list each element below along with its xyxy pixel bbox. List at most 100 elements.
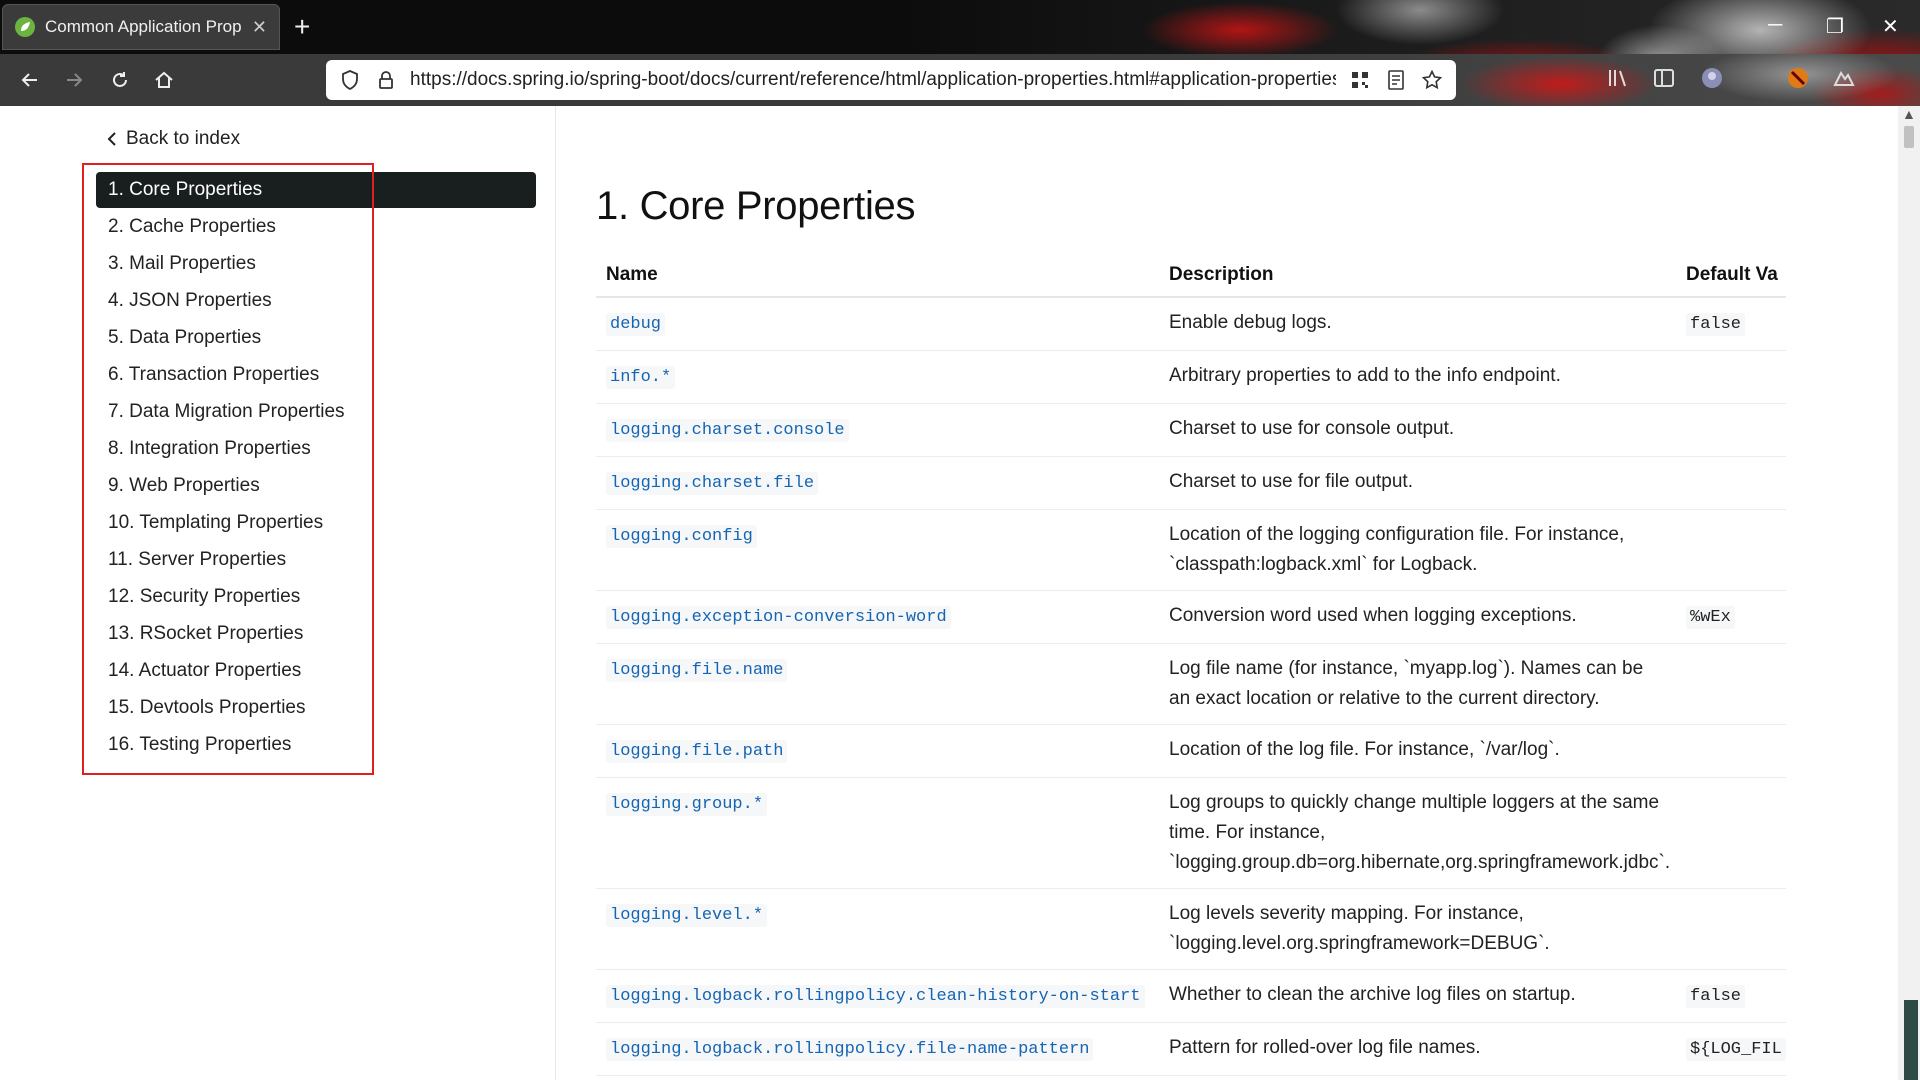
toc-item-data-migration[interactable]: 7. Data Migration Properties bbox=[96, 393, 536, 430]
back-arrow-icon[interactable] bbox=[14, 64, 46, 96]
main-content: 1. Core Properties Name Description Defa… bbox=[596, 106, 1886, 1080]
toc-item-core[interactable]: 1. Core Properties bbox=[96, 172, 536, 208]
minimize-button[interactable]: ─ bbox=[1768, 14, 1782, 37]
sidebar-toggle-icon[interactable] bbox=[1652, 66, 1676, 95]
property-description: Pattern for rolled-over log file names. bbox=[1169, 1037, 1481, 1058]
browser-titlebar: Common Application Propert ✕ + ─ ❐ ✕ bbox=[0, 0, 1920, 54]
window-close-button[interactable]: ✕ bbox=[1882, 14, 1899, 39]
menu-extension-icon[interactable] bbox=[1832, 66, 1856, 95]
shield-icon[interactable] bbox=[338, 68, 362, 92]
extension-icon[interactable] bbox=[1786, 66, 1810, 95]
toc-item-json[interactable]: 4. JSON Properties bbox=[96, 282, 536, 319]
toc-list: 1. Core Properties 2. Cache Properties 3… bbox=[96, 172, 536, 763]
restore-button[interactable]: ❐ bbox=[1826, 14, 1844, 39]
reload-icon[interactable] bbox=[104, 64, 136, 96]
table-row: logging.group.* Log groups to quickly ch… bbox=[596, 778, 1786, 889]
forward-arrow-icon[interactable] bbox=[58, 64, 90, 96]
address-bar[interactable]: https://docs.spring.io/spring-boot/docs/… bbox=[326, 60, 1456, 100]
bookmark-star-icon[interactable] bbox=[1420, 68, 1444, 92]
toc-item-web[interactable]: 9. Web Properties bbox=[96, 467, 536, 504]
page-scrollbar[interactable]: ▲ bbox=[1898, 106, 1920, 1080]
chevron-left-icon bbox=[107, 132, 116, 146]
toc-item-rsocket[interactable]: 13. RSocket Properties bbox=[96, 615, 536, 652]
table-row: logging.logback.rollingpolicy.clean-hist… bbox=[596, 970, 1786, 1023]
tab-close-icon[interactable]: ✕ bbox=[252, 17, 267, 38]
reader-view-icon[interactable] bbox=[1384, 68, 1408, 92]
property-description: Charset to use for console output. bbox=[1169, 418, 1455, 439]
property-name-link[interactable]: logging.exception-conversion-word bbox=[606, 606, 951, 629]
toc-item-templating[interactable]: 10. Templating Properties bbox=[96, 504, 536, 541]
column-header-description: Description bbox=[1169, 264, 1274, 285]
toc-item-data[interactable]: 5. Data Properties bbox=[96, 319, 536, 356]
table-row: logging.file.path Location of the log fi… bbox=[596, 725, 1786, 778]
property-description: Log file name (for instance, `myapp.log`… bbox=[1169, 658, 1644, 709]
table-row: logging.level.* Log levels severity mapp… bbox=[596, 889, 1786, 970]
scroll-up-arrow-icon[interactable]: ▲ bbox=[1902, 106, 1916, 122]
table-row: logging.file.name Log file name (for ins… bbox=[596, 644, 1786, 725]
default-value: false bbox=[1686, 313, 1746, 336]
toc-item-transaction[interactable]: 6. Transaction Properties bbox=[96, 356, 536, 393]
qr-code-icon[interactable] bbox=[1348, 68, 1372, 92]
table-header: Name Description Default Va bbox=[596, 254, 1786, 298]
property-name-link[interactable]: logging.file.name bbox=[606, 659, 788, 682]
property-name-link[interactable]: logging.charset.file bbox=[606, 472, 819, 495]
toc-item-actuator[interactable]: 14. Actuator Properties bbox=[96, 652, 536, 689]
lock-icon[interactable] bbox=[374, 68, 398, 92]
default-value: false bbox=[1686, 985, 1746, 1008]
property-name-link[interactable]: logging.logback.rollingpolicy.file-name-… bbox=[606, 1038, 1094, 1061]
account-icon[interactable] bbox=[1700, 66, 1724, 95]
property-name-link[interactable]: logging.level.* bbox=[606, 904, 768, 927]
toc-item-integration[interactable]: 8. Integration Properties bbox=[96, 430, 536, 467]
property-description: Whether to clean the archive log files o… bbox=[1169, 984, 1576, 1005]
scrollbar-thumb[interactable] bbox=[1904, 126, 1914, 148]
property-name-link[interactable]: logging.config bbox=[606, 525, 757, 548]
table-row: logging.charset.file Charset to use for … bbox=[596, 457, 1786, 510]
property-description: Enable debug logs. bbox=[1169, 312, 1332, 333]
theme-background bbox=[900, 0, 1920, 54]
property-description: Location of the logging configuration fi… bbox=[1169, 524, 1625, 575]
toc-item-cache[interactable]: 2. Cache Properties bbox=[96, 208, 536, 245]
column-header-default: Default Va bbox=[1686, 264, 1778, 285]
property-name-link[interactable]: logging.group.* bbox=[606, 793, 768, 816]
back-to-index-link[interactable]: Back to index bbox=[106, 128, 240, 150]
toc-item-testing[interactable]: 16. Testing Properties bbox=[96, 726, 536, 763]
property-name-link[interactable]: debug bbox=[606, 313, 666, 336]
table-row: info.* Arbitrary properties to add to th… bbox=[596, 351, 1786, 404]
property-name-link[interactable]: logging.charset.console bbox=[606, 419, 849, 442]
property-name-link[interactable]: logging.logback.rollingpolicy.clean-hist… bbox=[606, 985, 1145, 1008]
property-description: Location of the log file. For instance, … bbox=[1169, 739, 1560, 760]
home-icon[interactable] bbox=[148, 64, 180, 96]
table-row: debug Enable debug logs. false bbox=[596, 298, 1786, 351]
page-viewport: Back to index 1. Core Properties 2. Cach… bbox=[0, 106, 1920, 1080]
property-description: Charset to use for file output. bbox=[1169, 471, 1413, 492]
table-row: logging.exception-conversion-word Conver… bbox=[596, 591, 1786, 644]
table-row: logging.charset.console Charset to use f… bbox=[596, 404, 1786, 457]
toc-item-security[interactable]: 12. Security Properties bbox=[96, 578, 536, 615]
spring-leaf-icon bbox=[15, 17, 35, 37]
toc-item-server[interactable]: 11. Server Properties bbox=[96, 541, 536, 578]
property-description: Log levels severity mapping. For instanc… bbox=[1169, 903, 1550, 954]
back-to-index-label: Back to index bbox=[126, 128, 241, 149]
table-row: logging.logback.rollingpolicy.file-name-… bbox=[596, 1023, 1786, 1076]
toc-item-mail[interactable]: 3. Mail Properties bbox=[96, 245, 536, 282]
property-description: Log groups to quickly change multiple lo… bbox=[1169, 792, 1671, 873]
browser-toolbar: https://docs.spring.io/spring-boot/docs/… bbox=[0, 54, 1920, 106]
page-title: 1. Core Properties bbox=[596, 184, 916, 228]
new-tab-button[interactable]: + bbox=[294, 12, 310, 42]
url-text[interactable]: https://docs.spring.io/spring-boot/docs/… bbox=[410, 69, 1336, 91]
column-header-name: Name bbox=[606, 264, 658, 285]
default-value: ${LOG_FIL bbox=[1686, 1038, 1786, 1061]
scrollbar-edge-decoration bbox=[1904, 1000, 1918, 1080]
table-row: logging.config Location of the logging c… bbox=[596, 510, 1786, 591]
property-name-link[interactable]: logging.file.path bbox=[606, 740, 788, 763]
library-icon[interactable] bbox=[1606, 66, 1630, 95]
property-name-link[interactable]: info.* bbox=[606, 366, 676, 389]
properties-table: Name Description Default Va debug Enable… bbox=[596, 254, 1786, 1076]
property-description: Conversion word used when logging except… bbox=[1169, 605, 1577, 626]
browser-tab[interactable]: Common Application Propert ✕ bbox=[2, 4, 280, 50]
tab-title: Common Application Propert bbox=[45, 17, 242, 36]
toc-sidebar: Back to index 1. Core Properties 2. Cach… bbox=[0, 106, 556, 1080]
default-value: %wEx bbox=[1686, 606, 1735, 629]
property-description: Arbitrary properties to add to the info … bbox=[1169, 365, 1561, 386]
toc-item-devtools[interactable]: 15. Devtools Properties bbox=[96, 689, 536, 726]
